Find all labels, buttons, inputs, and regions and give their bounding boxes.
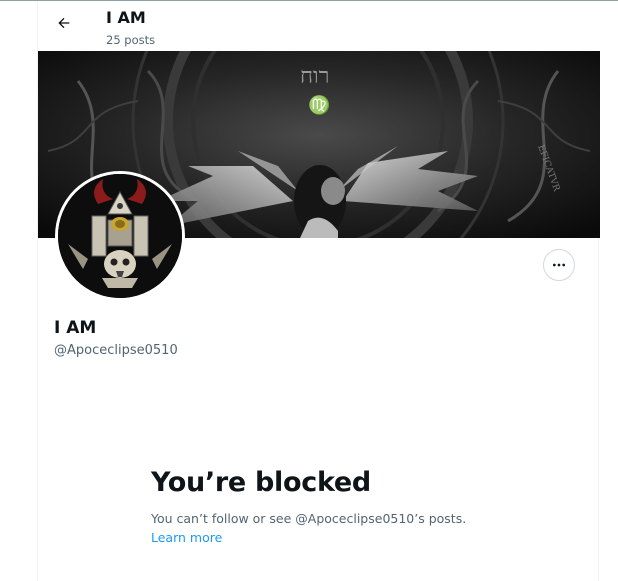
- main-column: I AM 25 posts רוח ♍ ЕFICATVR I AM @Apoce…: [37, 1, 600, 581]
- profile-handle: @Apoceclipse0510: [54, 343, 178, 358]
- profile-page: I AM 25 posts רוח ♍ ЕFICATVR I AM @Apoce…: [0, 0, 618, 581]
- post-count: 25 posts: [106, 33, 156, 47]
- profile-display-name: I AM: [54, 318, 97, 338]
- avatar[interactable]: [55, 171, 185, 301]
- header-title: I AM: [106, 8, 146, 27]
- more-options-button[interactable]: [543, 249, 575, 281]
- blocked-message: You can’t follow or see @Apoceclipse0510…: [151, 511, 467, 526]
- blocked-title: You’re blocked: [151, 467, 371, 498]
- avatar-image: [58, 174, 182, 298]
- arrow-left-icon: [58, 17, 70, 29]
- profile-header: I AM 25 posts: [38, 1, 600, 51]
- more-horizontal-icon: [553, 263, 565, 267]
- svg-text:♍: ♍: [308, 94, 330, 116]
- banner-hebrew-text: רוח: [300, 64, 329, 89]
- learn-more-link[interactable]: Learn more: [151, 530, 222, 545]
- back-button[interactable]: [50, 9, 78, 37]
